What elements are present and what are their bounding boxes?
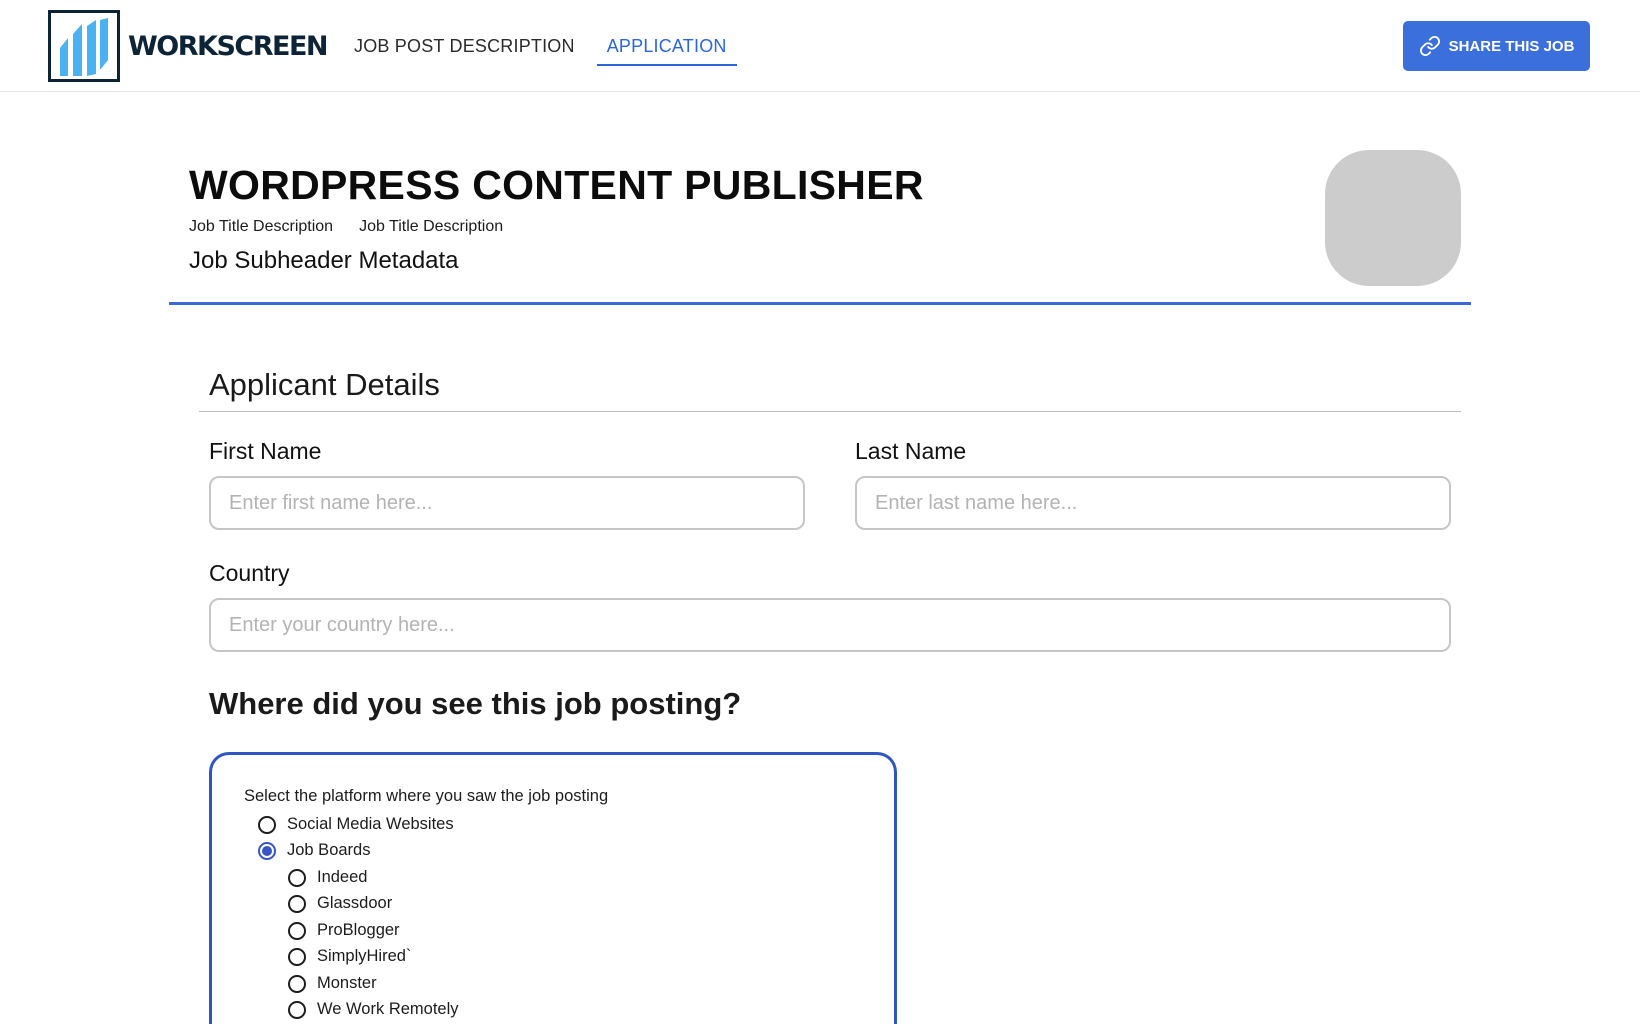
job-title-description: Job Title Description: [189, 218, 334, 235]
radio-option-social-media[interactable]: Social Media Websites: [258, 815, 454, 834]
first-name-field[interactable]: [209, 476, 805, 530]
radio-option-monster[interactable]: Monster: [288, 974, 377, 993]
job-source-question: Where did you see this job posting?: [209, 686, 742, 721]
last-name-field[interactable]: [855, 476, 1451, 530]
radio-label: Monster: [317, 974, 377, 992]
job-meta: Job Title Description Job Title Descript…: [189, 218, 529, 236]
radio-unchecked-icon: [288, 1000, 306, 1019]
share-this-job-label: SHARE THIS JOB: [1448, 37, 1575, 55]
radio-option-glassdoor[interactable]: Glassdoor: [288, 894, 392, 913]
workscreen-logo-icon: [48, 10, 120, 82]
section-divider: [199, 411, 1461, 412]
radio-option-simplyhired[interactable]: SimplyHired`: [288, 947, 411, 966]
radio-label: SimplyHired`: [317, 947, 412, 965]
country-label: Country: [209, 560, 290, 586]
country-field[interactable]: [209, 598, 1451, 652]
radio-label: ProBlogger: [317, 921, 400, 939]
radio-option-job-boards[interactable]: Job Boards: [258, 841, 370, 860]
radio-option-indeed[interactable]: Indeed: [288, 868, 367, 887]
radio-label: Indeed: [317, 868, 368, 886]
radio-unchecked-icon: [258, 815, 276, 834]
main-nav: JOB POST DESCRIPTION APPLICATION: [344, 30, 749, 66]
radio-unchecked-icon: [288, 974, 306, 993]
radio-unchecked-icon: [288, 921, 306, 940]
radio-unchecked-icon: [288, 894, 306, 913]
radio-label: We Work Remotely: [317, 1000, 459, 1018]
share-this-job-button[interactable]: SHARE THIS JOB: [1403, 21, 1590, 71]
top-navigation-bar: WORKSCREEN JOB POST DESCRIPTION APPLICAT…: [0, 0, 1640, 92]
nav-job-post-description[interactable]: JOB POST DESCRIPTION: [344, 30, 585, 66]
workscreen-logo[interactable]: WORKSCREEN: [48, 10, 328, 82]
link-icon: [1419, 35, 1441, 57]
company-logo-placeholder: [1325, 150, 1461, 286]
first-name-label: First Name: [209, 438, 322, 464]
last-name-label: Last Name: [855, 438, 967, 464]
job-subheader: Job Subheader Metadata: [189, 247, 459, 274]
radio-option-we-work-remotely[interactable]: We Work Remotely: [288, 1000, 459, 1019]
nav-application[interactable]: APPLICATION: [596, 30, 737, 66]
radio-label: Job Boards: [287, 841, 371, 859]
radio-label: Social Media Websites: [287, 815, 454, 833]
radio-option-problogger[interactable]: ProBlogger: [288, 921, 400, 940]
radio-label: Glassdoor: [317, 894, 393, 912]
brand-name: WORKSCREEN: [128, 30, 328, 62]
job-title-description: Job Title Description: [359, 218, 504, 235]
radio-unchecked-icon: [288, 947, 306, 966]
radio-unchecked-icon: [288, 868, 306, 887]
job-title: WORDPRESS CONTENT PUBLISHER: [189, 162, 924, 208]
radio-checked-icon: [258, 841, 276, 860]
header-divider: [169, 302, 1471, 305]
section-title-applicant-details: Applicant Details: [209, 367, 440, 402]
platform-prompt: Select the platform where you saw the jo…: [244, 787, 609, 805]
